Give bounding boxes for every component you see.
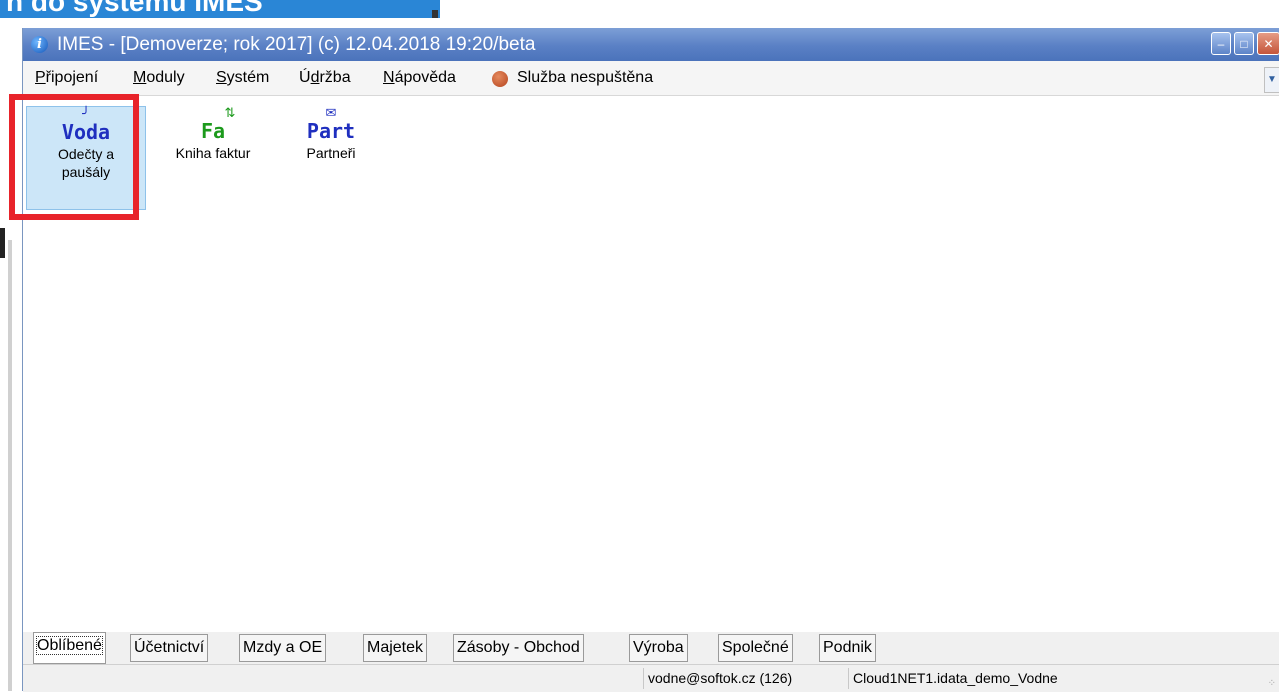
tab-mzdy-a-oe[interactable]: Mzdy a OE: [239, 634, 327, 662]
tile-label: paušály: [61, 164, 111, 180]
title-bar[interactable]: i IMES - [Demoverze; rok 2017] (c) 12.04…: [23, 28, 1279, 61]
tile-partneri[interactable]: ✉ Part Partneři: [271, 106, 391, 210]
background-left-line: [8, 240, 12, 691]
status-bar: vodne@softok.cz (126) Cloud1NET1.idata_d…: [23, 664, 1279, 692]
imes-window: i IMES - [Demoverze; rok 2017] (c) 12.04…: [9, 28, 1279, 692]
close-button[interactable]: ✕: [1257, 32, 1279, 55]
tile-mnemonic: Part: [306, 119, 356, 143]
background-banner: n do systemu IMES: [0, 0, 440, 18]
maximize-icon: □: [1240, 37, 1248, 51]
tile-kniha-faktur[interactable]: ⇅ Fa Kniha faktur: [153, 106, 273, 210]
menu-napoveda[interactable]: Nápověda: [383, 69, 456, 87]
window-title: IMES - [Demoverze; rok 2017] (c) 12.04.2…: [57, 34, 536, 55]
tab-spolecne[interactable]: Společné: [718, 634, 793, 662]
chevron-down-icon[interactable]: ▼: [1264, 67, 1279, 93]
background-handle: [432, 10, 438, 18]
status-database: Cloud1NET1.idata_demo_Vodne: [848, 668, 1058, 689]
tile-label: Odečty a: [57, 146, 115, 162]
tile-label: Partneři: [306, 145, 356, 161]
favorites-panel: ╯ Voda Odečty a paušály ⇅ Fa Kniha faktu…: [9, 94, 1279, 632]
module-tabs: Oblíbené Účetnictví Mzdy a OE Majetek Zá…: [23, 632, 1279, 664]
background-banner-text: n do systemu IMES: [6, 0, 263, 17]
tab-zasoby-obchod[interactable]: Zásoby - Obchod: [453, 634, 584, 662]
info-icon[interactable]: i: [31, 36, 48, 53]
service-status-label[interactable]: Služba nespuštěna: [517, 69, 653, 87]
tile-voda[interactable]: ╯ Voda Odečty a paušály: [26, 106, 146, 210]
tab-podnik[interactable]: Podnik: [819, 634, 876, 662]
menu-system[interactable]: Systém: [216, 69, 269, 87]
service-status-icon: [492, 71, 508, 87]
tap-icon: ╯: [82, 106, 90, 121]
tab-ucetnictvi[interactable]: Účetnictví: [130, 634, 209, 662]
status-user: vodne@softok.cz (126): [643, 668, 792, 689]
menu-moduly[interactable]: Moduly: [133, 69, 185, 87]
menu-pripojeni[interactable]: Připojení: [35, 69, 98, 87]
tab-majetek[interactable]: Majetek: [363, 634, 428, 662]
resize-grip-icon[interactable]: ⁘: [1268, 678, 1276, 689]
tile-mnemonic: Fa: [200, 119, 226, 143]
minimize-button[interactable]: –: [1211, 32, 1231, 55]
swap-arrows-icon: ⇅: [224, 105, 236, 120]
tile-label: Kniha faktur: [175, 145, 251, 161]
tab-vyroba[interactable]: Výroba: [629, 634, 688, 662]
tile-mnemonic: Voda: [61, 120, 111, 144]
maximize-button[interactable]: □: [1234, 32, 1254, 55]
background-left-handle: [0, 228, 5, 258]
envelope-icon: ✉: [325, 105, 337, 120]
minimize-icon: –: [1217, 37, 1225, 51]
tab-oblibene[interactable]: Oblíbené: [33, 632, 106, 664]
menu-udrzba[interactable]: Údržba: [299, 69, 351, 87]
menu-bar: Připojení Moduly Systém Údržba Nápověda …: [23, 61, 1279, 96]
close-icon: ✕: [1263, 37, 1274, 51]
